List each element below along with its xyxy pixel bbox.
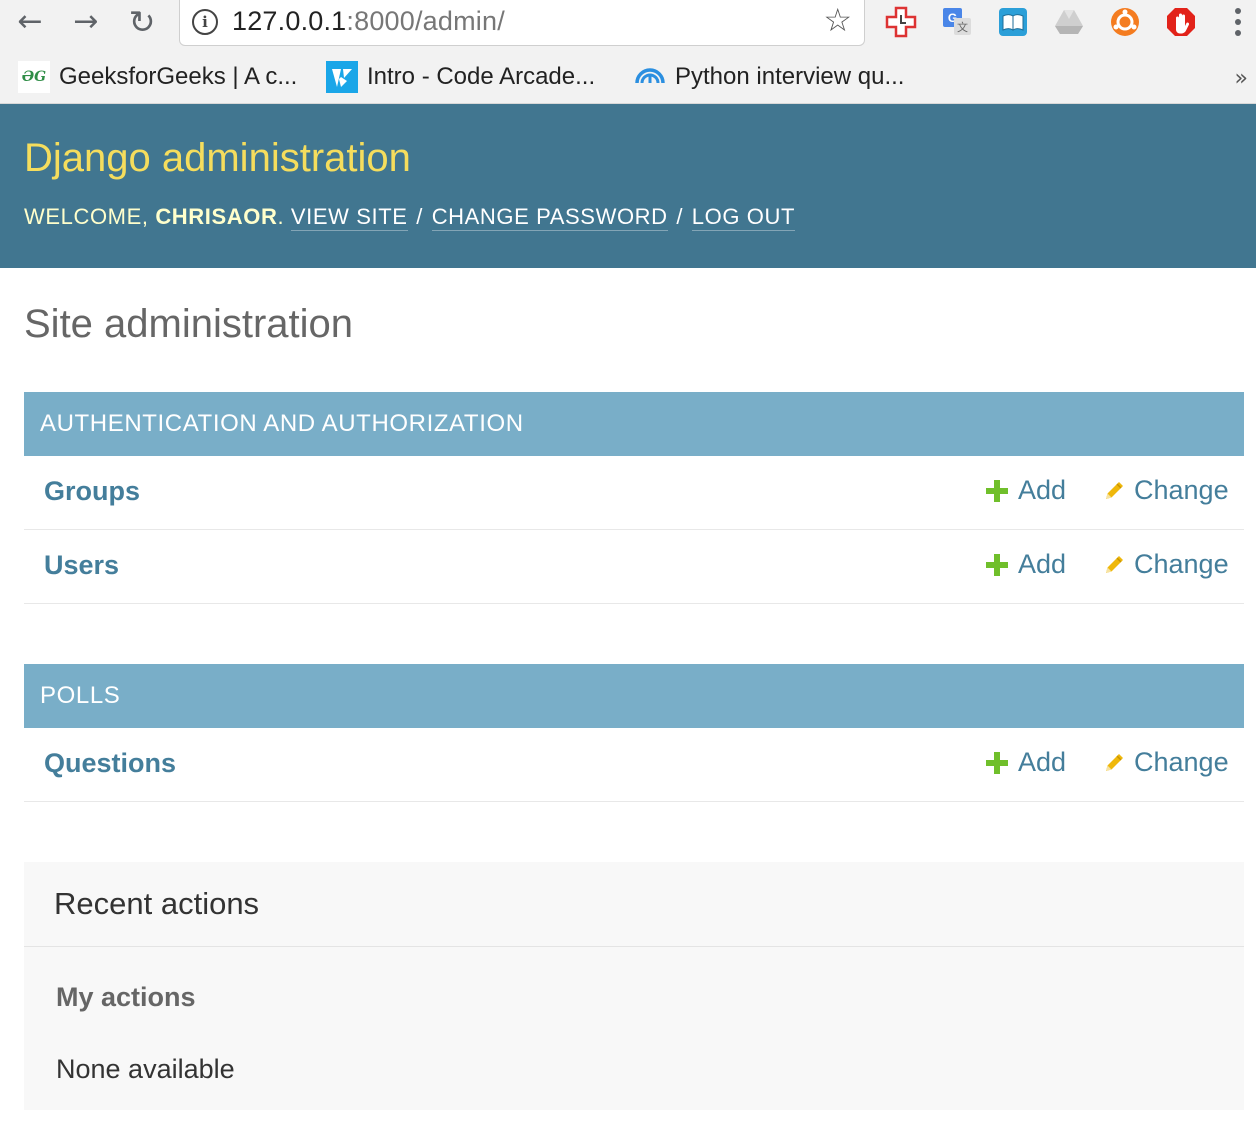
add-label: Add (1018, 475, 1067, 505)
model-link-users[interactable]: Users (44, 550, 119, 581)
bookmark-python-interview[interactable]: Python interview qu... (634, 60, 904, 94)
recent-actions-title: Recent actions (54, 886, 260, 921)
pencil-icon (1106, 481, 1123, 499)
rainbow-umbrella-icon (634, 61, 666, 93)
svg-text:文: 文 (957, 20, 968, 34)
add-groups-button[interactable]: Add (986, 475, 1066, 506)
info-icon[interactable]: i (192, 9, 218, 35)
separator: / (416, 204, 423, 229)
url-path: :8000/admin/ (346, 6, 505, 36)
separator: / (676, 204, 684, 229)
back-arrow-icon[interactable]: ← (12, 2, 48, 42)
bookmark-geeksforgeeks[interactable]: ƏG GeeksforGeeks | A c... (18, 60, 297, 94)
empty-actions-text: None available (56, 1054, 235, 1084)
add-label: Add (1018, 747, 1067, 777)
orange-circle-extension-icon[interactable] (1108, 5, 1142, 39)
model-link-groups[interactable]: Groups (44, 476, 140, 507)
divider (24, 946, 1244, 947)
view-site-link[interactable]: View site (290, 204, 408, 231)
plus-icon (986, 479, 1008, 502)
change-label: Change (1134, 475, 1229, 505)
add-users-button[interactable]: Add (986, 549, 1066, 580)
browser-toolbar: ← → ↻ i 127.0.0.1:8000/admin/ ☆ G文 (0, 0, 1256, 52)
reader-book-icon[interactable] (996, 5, 1030, 39)
bookmarks-bar: ƏG GeeksforGeeks | A c... Intro - Code A… (0, 52, 1256, 104)
module-auth: Authentication and Authorization Groups … (24, 392, 1244, 604)
add-questions-button[interactable]: Add (986, 747, 1066, 778)
user-tools: Welcome, chrisaor. View site / Change pa… (24, 204, 796, 231)
module-caption[interactable]: Polls (24, 664, 1244, 728)
bookmark-star-icon[interactable]: ☆ (823, 4, 852, 36)
change-password-link[interactable]: Change password (431, 204, 668, 231)
my-actions-heading: My actions (56, 982, 196, 1012)
model-link-questions[interactable]: Questions (44, 748, 176, 779)
change-label: Change (1134, 747, 1229, 777)
url-text[interactable]: 127.0.0.1:8000/admin/ (232, 6, 505, 37)
forward-arrow-icon[interactable]: → (68, 2, 104, 42)
change-questions-button[interactable]: Change (1102, 747, 1229, 778)
google-translate-icon[interactable]: G文 (940, 5, 974, 39)
google-drive-icon[interactable] (1052, 5, 1086, 39)
page-title: Site administration (24, 302, 354, 346)
change-label: Change (1134, 549, 1229, 579)
browser-menu-icon[interactable] (1226, 4, 1250, 40)
geeksforgeeks-icon: ƏG (18, 61, 50, 93)
pencil-icon (1106, 555, 1123, 573)
change-groups-button[interactable]: Change (1102, 475, 1229, 506)
bookmark-code-arcade[interactable]: Intro - Code Arcade... (326, 60, 595, 94)
module-caption[interactable]: Authentication and Authorization (24, 392, 1244, 456)
site-branding[interactable]: Django administration (24, 136, 411, 181)
adblock-hand-icon[interactable] (1164, 5, 1198, 39)
table-row: Users Add Change (24, 530, 1244, 604)
table-row: Questions Add Change (24, 728, 1244, 802)
first-aid-extension-icon[interactable] (884, 5, 918, 39)
welcome-text: Welcome, (24, 204, 149, 229)
bookmark-label: GeeksforGeeks | A c... (59, 63, 298, 90)
add-label: Add (1018, 549, 1067, 579)
change-users-button[interactable]: Change (1102, 549, 1229, 580)
period: . (277, 204, 285, 229)
username: chrisaor (155, 204, 278, 229)
bookmark-label: Python interview qu... (675, 63, 905, 90)
module-polls: Polls Questions Add Change (24, 664, 1244, 802)
plus-icon (986, 553, 1008, 576)
admin-header: Django administration Welcome, chrisaor.… (0, 104, 1256, 268)
log-out-link[interactable]: Log out (691, 204, 796, 231)
codesignal-icon (326, 61, 358, 93)
bookmark-label: Intro - Code Arcade... (367, 63, 596, 90)
url-host: 127.0.0.1 (232, 6, 347, 36)
table-row: Groups Add Change (24, 456, 1244, 530)
plus-icon (986, 751, 1008, 774)
bookmarks-overflow-icon[interactable]: » (1235, 66, 1248, 91)
recent-actions-panel: Recent actions My actions None available (24, 862, 1244, 1110)
reload-icon[interactable]: ↻ (124, 2, 160, 42)
pencil-icon (1106, 753, 1123, 771)
address-bar[interactable]: i 127.0.0.1:8000/admin/ ☆ (179, 0, 865, 46)
